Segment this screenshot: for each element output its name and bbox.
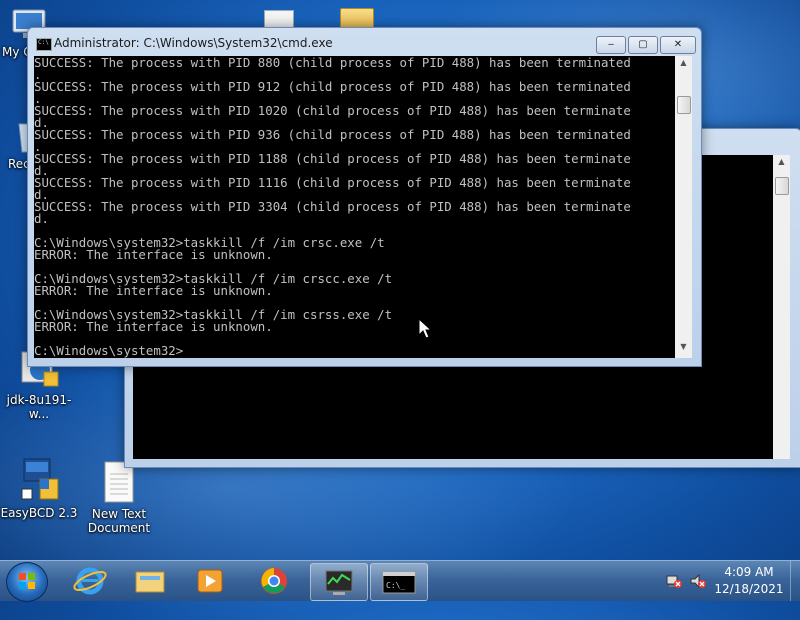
internet-explorer-icon (73, 567, 107, 595)
taskbar-chrome-button[interactable] (246, 563, 302, 599)
maximize-button[interactable]: ▢ (628, 36, 658, 54)
console-line: ERROR: The interface is unknown. (34, 283, 273, 298)
folder-icon (135, 571, 165, 593)
console-line: SUCCESS: The process with PID 1020 (chil… (34, 103, 631, 118)
clock-date[interactable]: 12/18/2021 (709, 582, 789, 596)
console-line: d. (34, 211, 49, 226)
scroll-up-arrow[interactable]: ▲ (773, 155, 790, 169)
cmd-titlebar[interactable]: Administrator: C:\Windows\System32\cmd.e… (28, 28, 701, 56)
mouse-cursor-icon (418, 318, 432, 339)
console-line: SUCCESS: The process with PID 936 (child… (34, 127, 631, 142)
scroll-up-arrow[interactable]: ▲ (675, 56, 692, 70)
tray-network-icon[interactable] (666, 573, 682, 589)
back-console-scrollbar[interactable]: ▲ (773, 155, 790, 459)
console-line: SUCCESS: The process with PID 1116 (chil… (34, 175, 631, 190)
task-manager-icon (325, 570, 353, 595)
media-player-icon (197, 569, 223, 593)
window-title: Administrator: C:\Windows\System32\cmd.e… (54, 36, 333, 50)
cmd-window[interactable]: Administrator: C:\Windows\System32\cmd.e… (27, 27, 702, 367)
desktop-icon-label: New Text Document (87, 507, 151, 535)
desktop-icon-label: EasyBCD 2.3 (0, 506, 78, 520)
console-line: SUCCESS: The process with PID 1188 (chil… (34, 151, 631, 166)
chrome-icon (261, 568, 287, 594)
easybcd-icon (16, 455, 62, 503)
scroll-thumb[interactable] (677, 96, 691, 114)
console-line: SUCCESS: The process with PID 880 (child… (34, 56, 631, 70)
taskbar-explorer-button[interactable] (122, 563, 178, 599)
show-desktop-button[interactable] (790, 561, 800, 601)
scroll-down-arrow[interactable]: ▼ (675, 340, 692, 354)
taskbar-cmd-button[interactable]: C:\_ (370, 563, 428, 601)
cmd-icon (36, 38, 52, 51)
start-button[interactable] (6, 562, 48, 602)
taskbar-task-manager-button[interactable] (310, 563, 368, 601)
console-line: ERROR: The interface is unknown. (34, 319, 273, 334)
console-scrollbar[interactable]: ▲ ▼ (675, 56, 692, 358)
clock-time[interactable]: 4:09 AM (709, 565, 789, 579)
minimize-button[interactable]: ‒ (596, 36, 626, 54)
tray-volume-icon[interactable] (690, 573, 706, 589)
windows-logo-icon (19, 573, 35, 589)
desktop-icon-label: jdk-8u191-w... (6, 393, 72, 421)
desktop-icon-easybcd[interactable]: EasyBCD 2.3 (0, 455, 78, 520)
console-output[interactable]: SUCCESS: The process with PID 880 (child… (34, 56, 675, 358)
taskbar-media-player-button[interactable] (182, 563, 238, 599)
taskbar-ie-button[interactable] (62, 563, 118, 599)
close-button[interactable]: ✕ (660, 36, 696, 54)
console-line: SUCCESS: The process with PID 912 (child… (34, 79, 631, 94)
desktop-icon-new-text-document[interactable]: New Text Document (80, 460, 158, 535)
cmd-icon: C:\_ (382, 571, 416, 594)
console-line: SUCCESS: The process with PID 3304 (chil… (34, 199, 631, 214)
svg-text:C:\_: C:\_ (386, 581, 405, 590)
taskbar: C:\_ 4:09 AM 12/18/2021 (0, 560, 800, 602)
console-line: C:\Windows\system32> (34, 343, 184, 358)
scroll-thumb[interactable] (775, 177, 789, 195)
console-line: ERROR: The interface is unknown. (34, 247, 273, 262)
